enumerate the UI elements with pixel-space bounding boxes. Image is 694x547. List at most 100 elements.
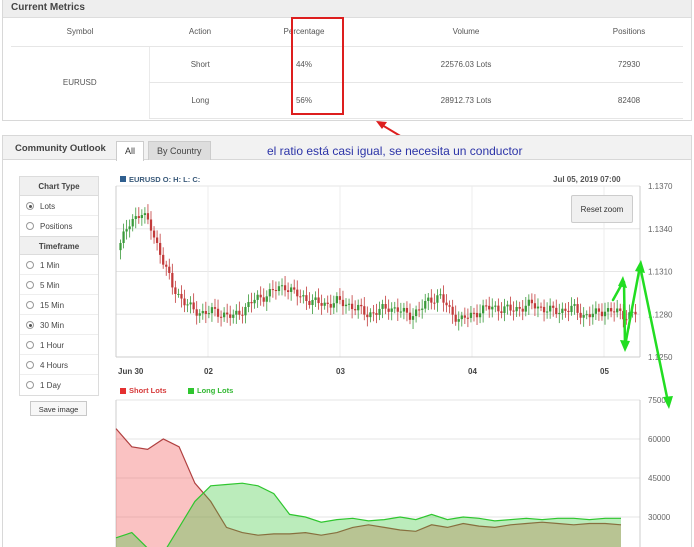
candle xyxy=(585,314,588,316)
chart-type-option[interactable]: Lots xyxy=(20,196,98,216)
symbol-name: EURUSD xyxy=(129,175,161,184)
radio-icon[interactable] xyxy=(26,222,34,230)
outlook-header: Community Outlook All By Country el rati… xyxy=(3,136,691,161)
candle xyxy=(591,313,594,318)
timeframe-option-label: 4 Hours xyxy=(40,361,69,370)
candle xyxy=(137,216,140,219)
community-outlook-panel: Community Outlook All By Country el rati… xyxy=(2,135,692,547)
candle xyxy=(183,298,186,306)
candle xyxy=(265,296,268,302)
radio-icon[interactable] xyxy=(26,202,34,210)
timeframe-option[interactable]: 1 Day xyxy=(20,375,98,395)
timeframe-option[interactable]: 4 Hours xyxy=(20,355,98,375)
save-image-button[interactable]: Save image xyxy=(30,401,87,416)
candle xyxy=(155,237,159,243)
lots-chart[interactable]: 7500060000450003000015000 Short Lots Lon… xyxy=(113,386,694,547)
candle xyxy=(475,312,479,318)
timeframe-option[interactable]: 15 Min xyxy=(20,295,98,315)
reset-zoom-button[interactable]: Reset zoom xyxy=(571,195,633,223)
candle xyxy=(427,297,430,301)
candle xyxy=(600,311,604,317)
legend-short-lots[interactable]: Short Lots xyxy=(120,386,167,395)
candle xyxy=(122,231,125,243)
candle xyxy=(140,215,143,219)
candle xyxy=(372,312,375,314)
candle xyxy=(408,312,412,320)
candle xyxy=(250,302,253,304)
candle xyxy=(390,308,393,312)
timeframe-option[interactable]: 30 Min xyxy=(20,315,98,335)
candle xyxy=(189,302,192,305)
candle xyxy=(329,303,332,308)
y-tick-label: 1.1340 xyxy=(648,225,673,234)
lots-chart-svg: 7500060000450003000015000 xyxy=(115,396,671,547)
candle xyxy=(457,319,460,322)
candle xyxy=(186,304,189,306)
timeframe-option[interactable]: 1 Min xyxy=(20,255,98,275)
x-tick-label: 03 xyxy=(336,367,345,376)
candle xyxy=(335,296,338,304)
radio-icon[interactable] xyxy=(26,321,34,329)
candle xyxy=(143,213,147,216)
chart-type-options: Lots Positions xyxy=(20,196,98,236)
candle xyxy=(579,312,582,318)
tab-all[interactable]: All xyxy=(116,141,145,161)
candle xyxy=(381,304,384,309)
y-tick-label: 1.1310 xyxy=(648,268,673,277)
radio-icon[interactable] xyxy=(26,281,34,289)
candle xyxy=(430,297,433,303)
candle xyxy=(375,313,378,315)
candle xyxy=(347,303,351,305)
candle xyxy=(198,313,201,316)
candle xyxy=(555,307,558,315)
candle xyxy=(500,311,503,313)
candle xyxy=(369,312,372,318)
radio-icon[interactable] xyxy=(26,301,34,309)
candle xyxy=(256,294,259,300)
column-header-action: Action xyxy=(149,18,251,47)
radio-icon[interactable] xyxy=(26,361,34,369)
candle xyxy=(576,304,579,313)
radio-icon[interactable] xyxy=(26,261,34,269)
candle xyxy=(213,307,217,309)
timeframe-options: 1 Min 5 Min 15 Min 30 Min 1 Hour 4 Hours 1 Day xyxy=(20,255,98,395)
chart-options-sidebar: Chart Type Lots Positions Timeframe 1 Min… xyxy=(19,176,99,396)
candle xyxy=(530,299,533,304)
x-tick-label: 04 xyxy=(468,367,477,376)
timeframe-option[interactable]: 1 Hour xyxy=(20,335,98,355)
candle xyxy=(414,309,418,317)
candle xyxy=(405,307,409,313)
candle xyxy=(573,304,576,306)
timeframe-option[interactable]: 5 Min xyxy=(20,275,98,295)
action-cell: Long xyxy=(148,82,251,119)
candle xyxy=(634,311,637,315)
radio-icon[interactable] xyxy=(26,341,34,349)
candle xyxy=(326,302,329,304)
candle xyxy=(503,306,506,313)
annotation-text: el ratio está casi igual, se necesita un… xyxy=(267,144,523,158)
legend-long-lots[interactable]: Long Lots xyxy=(188,386,233,395)
metrics-table: Symbol Action Percentage Volume Position… xyxy=(11,18,683,119)
radio-icon[interactable] xyxy=(26,381,34,389)
chart-type-heading: Chart Type xyxy=(20,177,98,196)
candle xyxy=(509,304,512,311)
candle xyxy=(283,285,287,291)
chart-type-option[interactable]: Positions xyxy=(20,216,98,236)
candle xyxy=(274,290,278,292)
candle xyxy=(561,308,564,313)
candle xyxy=(545,311,549,313)
candle xyxy=(229,314,232,318)
candle xyxy=(488,305,491,310)
candle xyxy=(460,315,463,320)
candle xyxy=(259,294,262,298)
table-header-row: Symbol Action Percentage Volume Position… xyxy=(11,18,683,47)
candle xyxy=(305,295,308,302)
candle xyxy=(311,299,314,306)
price-chart[interactable]: 1.1370 1.1340 1.1310 1.1280 1.1250 Jun 30 02 03… xyxy=(113,172,694,392)
candle xyxy=(210,307,214,314)
candle xyxy=(445,302,448,306)
candle xyxy=(201,311,204,314)
candle xyxy=(235,310,238,315)
tab-by-country[interactable]: By Country xyxy=(148,141,211,160)
candle xyxy=(296,289,299,297)
